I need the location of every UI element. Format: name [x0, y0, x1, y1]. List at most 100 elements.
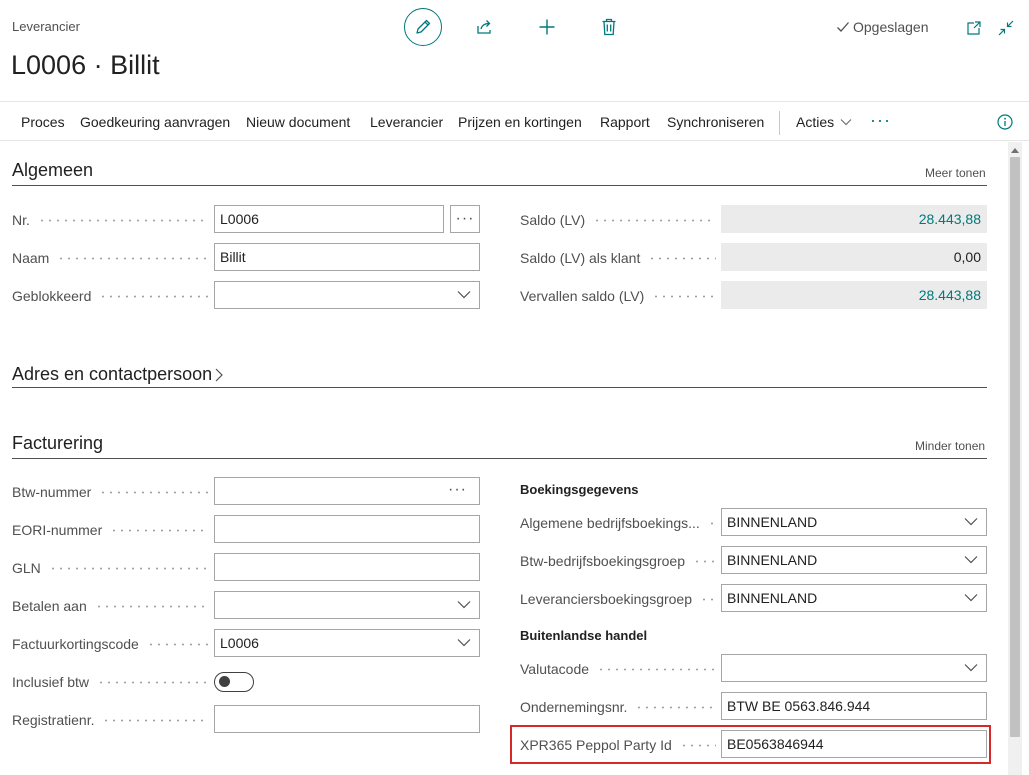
dots-leader: [146, 642, 208, 646]
label-text: Saldo (LV) als klant: [520, 250, 641, 266]
algemene-bedrijfsboekingsgroep-value: BINNENLAND: [727, 514, 818, 530]
geblokkeerd-select[interactable]: [214, 281, 480, 309]
field-label-gln: GLN: [12, 560, 208, 576]
info-button[interactable]: [997, 114, 1013, 133]
section-adres-title[interactable]: Adres en contactpersoon: [12, 364, 224, 385]
dots-leader: [635, 705, 716, 709]
chevron-down-icon: [457, 601, 471, 609]
valutacode-select[interactable]: [721, 654, 987, 682]
toggle-knob: [219, 676, 230, 687]
naam-value: Billit: [220, 249, 246, 265]
dots-leader: [37, 218, 208, 222]
factuurkortingscode-value: L0006: [220, 635, 259, 651]
pencil-icon: [416, 19, 431, 34]
gln-input[interactable]: [214, 553, 480, 581]
scroll-up-arrow[interactable]: [1008, 144, 1022, 156]
dots-leader: [692, 559, 716, 563]
dots-leader: [102, 718, 208, 722]
factuurkortingscode-select[interactable]: L0006: [214, 629, 480, 657]
leveranciersboekingsgroep-select[interactable]: BINNENLAND: [721, 584, 987, 612]
edit-button[interactable]: [404, 8, 442, 46]
collapse-button[interactable]: [996, 18, 1016, 38]
vertical-scrollbar[interactable]: [1008, 142, 1022, 775]
share-button[interactable]: [466, 8, 504, 46]
chevron-down-icon: [964, 556, 978, 564]
new-button[interactable]: [528, 8, 566, 46]
field-label-btw-nummer: Btw-nummer: [12, 484, 208, 500]
menu-nieuw-document[interactable]: Nieuw document: [246, 114, 350, 130]
dots-leader: [652, 294, 716, 298]
betalen-aan-select[interactable]: [214, 591, 480, 619]
menu-proces[interactable]: Proces: [21, 114, 65, 130]
label-text: Leveranciersboekingsgroep: [520, 591, 692, 607]
dots-leader: [707, 521, 716, 525]
naam-input[interactable]: Billit: [214, 243, 480, 271]
section-algemeen-title[interactable]: Algemeen: [12, 160, 93, 181]
show-more-link[interactable]: Meer tonen: [925, 166, 986, 180]
page-caption: Leverancier: [12, 19, 80, 34]
dots-leader: [97, 680, 208, 684]
label-text: Naam: [12, 250, 50, 266]
field-label-leveranciersboekingsgroep: Leveranciersboekingsgroep: [520, 591, 716, 607]
field-label-algemene-bedrijfsboekingsgroep: Algemene bedrijfsboekings...: [520, 515, 716, 531]
label-text: Factuurkortingscode: [12, 636, 139, 652]
saldo-value[interactable]: 28.443,88: [721, 205, 987, 233]
btw-nummer-assist-button[interactable]: ···: [448, 481, 467, 499]
registratienr-input[interactable]: [214, 705, 480, 733]
highlight-box: [510, 725, 991, 764]
show-less-link[interactable]: Minder tonen: [915, 439, 985, 453]
section-facturering-title[interactable]: Facturering: [12, 433, 103, 454]
menu-goedkeuring-aanvragen[interactable]: Goedkeuring aanvragen: [80, 114, 230, 130]
nr-assist-button[interactable]: ···: [450, 205, 480, 233]
btw-bedrijfsboekingsgroep-select[interactable]: BINNENLAND: [721, 546, 987, 574]
saldo-klant-value: 0,00: [721, 243, 987, 271]
label-text: Inclusief btw: [12, 674, 90, 690]
dots-leader: [94, 604, 208, 608]
nr-value: L0006: [220, 211, 259, 227]
nr-input[interactable]: L0006: [214, 205, 444, 233]
field-label-betalen-aan: Betalen aan: [12, 598, 208, 614]
field-label-saldo-klant: Saldo (LV) als klant: [520, 250, 716, 266]
label-text: EORI-nummer: [12, 522, 103, 538]
dots-leader: [110, 528, 208, 532]
section-divider: [12, 458, 987, 459]
save-status-label: Opgeslagen: [853, 19, 929, 35]
share-icon: [477, 20, 491, 34]
caret-up-icon: [1011, 148, 1019, 153]
section-divider: [12, 387, 987, 388]
menu-synchroniseren[interactable]: Synchroniseren: [667, 114, 764, 130]
dots-leader: [48, 566, 208, 570]
more-options-button[interactable]: ···: [870, 110, 891, 131]
info-icon: [997, 114, 1013, 130]
menu-acties[interactable]: Acties: [796, 114, 852, 130]
label-text: Vervallen saldo (LV): [520, 288, 645, 304]
delete-button[interactable]: [590, 8, 628, 46]
field-label-vervallen-saldo: Vervallen saldo (LV): [520, 288, 716, 304]
label-text: Btw-nummer: [12, 484, 92, 500]
label-text: Betalen aan: [12, 598, 87, 614]
menu-rapport[interactable]: Rapport: [600, 114, 650, 130]
label-text: Registratienr.: [12, 712, 95, 728]
open-in-new-window-button[interactable]: [964, 18, 984, 38]
menu-leverancier[interactable]: Leverancier: [370, 114, 443, 130]
window-controls: [964, 18, 1016, 38]
eori-input[interactable]: [214, 515, 480, 543]
ondernemingsnr-input[interactable]: BTW BE 0563.846.944: [721, 692, 987, 720]
open-in-new-icon: [967, 21, 981, 35]
vervallen-saldo-value[interactable]: 28.443,88: [721, 281, 987, 309]
label-text: Ondernemingsnr.: [520, 699, 628, 715]
inclusief-btw-toggle[interactable]: [214, 672, 254, 692]
dots-leader: [593, 218, 716, 222]
label-text: Valutacode: [520, 661, 590, 677]
field-label-valutacode: Valutacode: [520, 661, 716, 677]
label-text: Algemene bedrijfsboekings...: [520, 515, 700, 531]
field-label-eori: EORI-nummer: [12, 522, 208, 538]
scroll-thumb[interactable]: [1010, 157, 1020, 737]
btw-nummer-input[interactable]: ···: [214, 477, 480, 505]
page-header: Leverancier L0006 · Billit Opgeslagen: [0, 0, 1029, 100]
trash-icon: [602, 18, 616, 36]
field-label-registratienr: Registratienr.: [12, 712, 208, 728]
algemene-bedrijfsboekingsgroep-select[interactable]: BINNENLAND: [721, 508, 987, 536]
label-text: Geblokkeerd: [12, 288, 92, 304]
menu-prijzen-en-kortingen[interactable]: Prijzen en kortingen: [458, 114, 582, 130]
